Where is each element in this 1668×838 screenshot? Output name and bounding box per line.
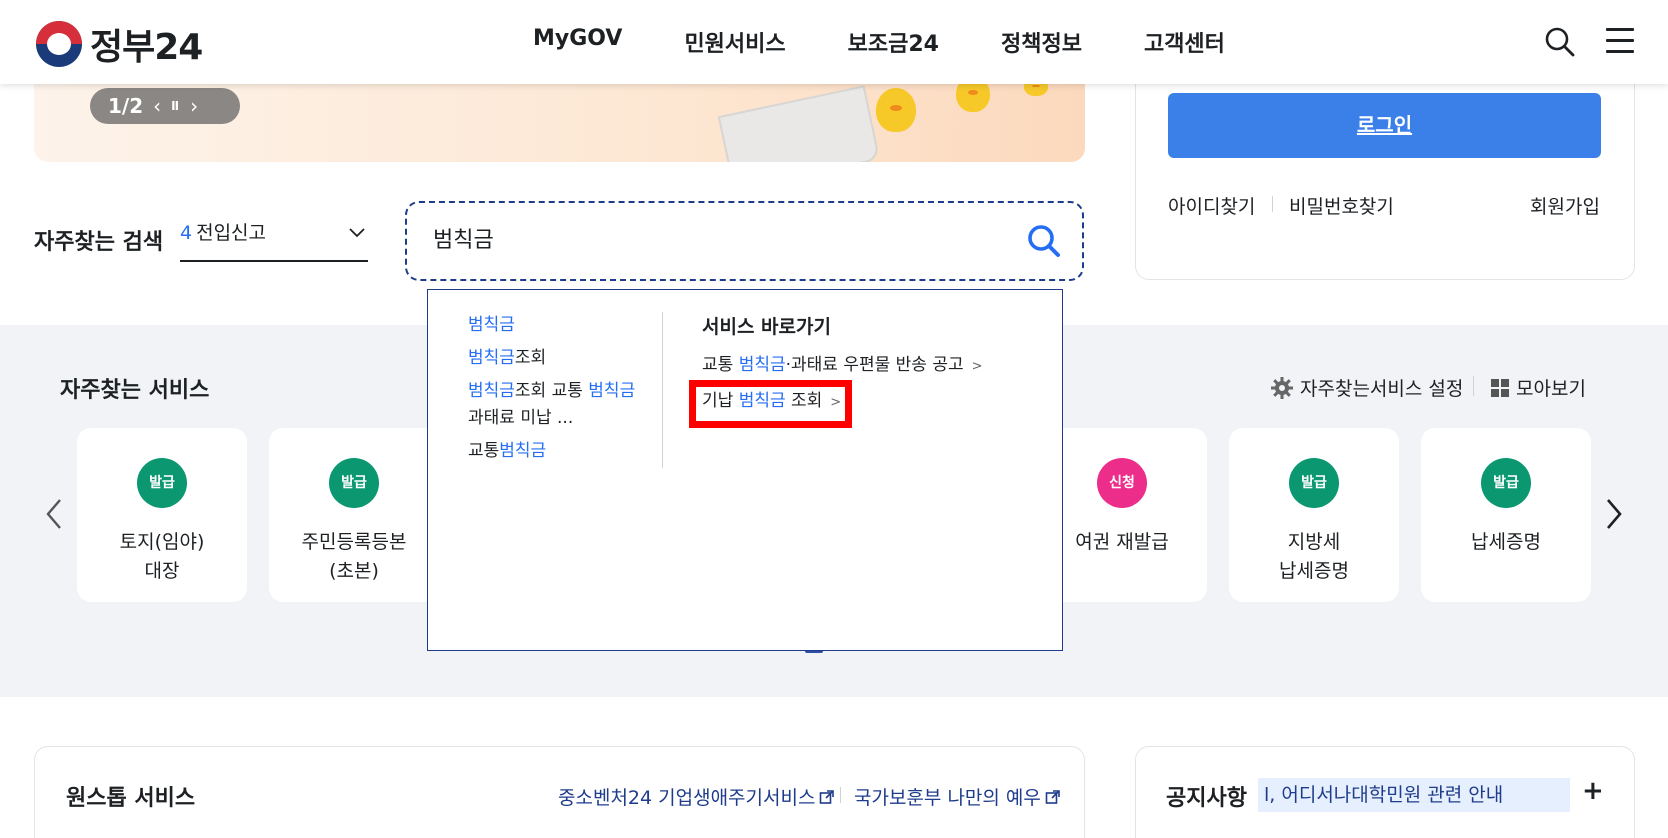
search-autocomplete-dropdown: 범칙금 범칙금조회 범칙금조회 교통 범칙금 과태료 미납 ... 교통범칙금 …: [427, 289, 1063, 651]
frequent-search-label: 자주찾는 검색: [34, 230, 164, 255]
login-button[interactable]: 로그인: [1168, 93, 1601, 158]
taegeuk-logo-icon: [36, 21, 82, 67]
service-name: 납세증명: [1471, 531, 1541, 553]
chevron-right-icon: >: [971, 359, 983, 374]
carousel-prev-icon[interactable]: [40, 494, 68, 534]
suggestion-highlight: 범칙금: [468, 315, 515, 335]
suggestion-highlight: 범칙금: [499, 441, 547, 461]
nav-policy-info[interactable]: 정책정보: [1001, 26, 1082, 58]
suggestion-highlight: 범칙금: [468, 348, 515, 368]
suggestion-highlight: 범칙금: [468, 381, 515, 401]
banner-next-button[interactable]: ›: [190, 94, 198, 118]
suggestion-item[interactable]: 범칙금: [468, 312, 648, 339]
frequent-search-rank: 4: [180, 222, 193, 244]
frequent-services-settings-link[interactable]: 자주찾는서비스 설정: [1270, 374, 1463, 401]
service-card-land-register[interactable]: 발급 토지(임야) 대장: [77, 428, 247, 602]
service-name: 토지(임야) 대장: [119, 531, 205, 582]
suggestion-item[interactable]: 교통범칙금: [468, 438, 648, 465]
logo-text: 정부24: [90, 27, 203, 68]
service-card-tax-certificate[interactable]: 발급 납세증명: [1421, 428, 1591, 602]
suggestion-text: 과태료 미납 ...: [468, 408, 574, 428]
hamburger-menu-icon[interactable]: [1606, 28, 1634, 54]
chevron-right-icon: >: [830, 395, 842, 410]
service-shortcut-link[interactable]: 기납 범칙금 조회 >: [702, 386, 841, 411]
signup-link[interactable]: 회원가입: [1530, 192, 1600, 219]
service-card-local-tax-certificate[interactable]: 발급 지방세 납세증명: [1229, 428, 1399, 602]
banner-page-count: 1/2: [108, 94, 144, 118]
banner-illustration: [717, 85, 881, 162]
login-link-divider: [1272, 196, 1273, 212]
gear-icon: [1271, 376, 1293, 399]
apply-badge: 신청: [1097, 458, 1147, 508]
notice-title: 공지사항: [1166, 786, 1247, 811]
settings-label: 자주찾는서비스 설정: [1300, 378, 1464, 400]
chevron-down-icon: [349, 228, 365, 238]
issue-badge: 발급: [1289, 458, 1339, 508]
site-header: 정부24 MyGOV 민원서비스 보조금24 정책정보 고객센터: [0, 0, 1668, 84]
frequent-services-divider: [1473, 376, 1474, 396]
suggestion-text: 교통: [468, 441, 500, 461]
issue-badge: 발급: [329, 458, 379, 508]
suggestion-text: 조회 교통: [514, 381, 589, 401]
onestop-title: 원스톱 서비스: [66, 786, 196, 811]
service-name: 지방세 납세증명: [1279, 531, 1349, 582]
external-link-icon: [820, 789, 835, 804]
issue-badge: 발급: [1481, 458, 1531, 508]
search-input[interactable]: [433, 225, 993, 250]
notice-ticker[interactable]: l, 어디서나대학민원 관련 안내: [1258, 778, 1570, 812]
link-label: 국가보훈부 나만의 예우: [854, 787, 1041, 809]
nav-customer-center[interactable]: 고객센터: [1144, 26, 1225, 58]
frequent-services-title: 자주찾는 서비스: [60, 378, 210, 403]
issue-badge: 발급: [137, 458, 187, 508]
search-button-icon[interactable]: [1024, 221, 1064, 261]
suggestion-text: 조회: [514, 348, 547, 368]
service-name: 주민등록등본 (초본): [301, 531, 407, 582]
suggestion-item[interactable]: 범칙금조회: [468, 345, 648, 372]
view-all-label: 모아보기: [1516, 378, 1586, 400]
search-box: [405, 201, 1084, 281]
service-shortcut-link[interactable]: 교통 범칙금·과태료 우편물 반송 공고 >: [702, 350, 983, 375]
banner-prev-button[interactable]: ‹: [153, 94, 161, 118]
dropdown-divider: [662, 312, 663, 468]
suggestion-highlight: 범칙금: [588, 381, 636, 401]
nav-subsidy24[interactable]: 보조금24: [848, 26, 939, 58]
nav-civil-services[interactable]: 민원서비스: [684, 26, 785, 58]
link-label: 중소벤처24 기업생애주기서비스: [558, 787, 816, 809]
veterans-link[interactable]: 국가보훈부 나만의 예우: [854, 783, 1061, 810]
gov24-logo[interactable]: 정부24: [36, 18, 203, 70]
view-all-link[interactable]: 모아보기: [1490, 374, 1586, 401]
frequent-search-keyword: 전입신고: [196, 222, 267, 244]
frequent-search-select[interactable]: 4 전입신고: [180, 218, 368, 262]
search-icon[interactable]: [1544, 26, 1576, 58]
link-highlight: 범칙금: [738, 355, 786, 375]
grid-icon: [1491, 378, 1509, 397]
link-highlight: 범칙금: [738, 391, 786, 411]
link-text: 조회: [785, 391, 823, 411]
carousel-next-icon[interactable]: [1600, 494, 1628, 534]
onestop-link-divider: [840, 787, 841, 803]
main-nav: MyGOV 민원서비스 보조금24 정책정보 고객센터: [533, 26, 1287, 58]
service-card-resident-registration[interactable]: 발급 주민등록등본 (초본): [269, 428, 439, 602]
service-shortcut-title: 서비스 바로가기: [702, 316, 831, 338]
find-id-link[interactable]: 아이디찾기: [1168, 192, 1255, 219]
suggestion-list: 범칙금 범칙금조회 범칙금조회 교통 범칙금 과태료 미납 ... 교통범칙금: [468, 312, 648, 471]
find-password-link[interactable]: 비밀번호찾기: [1289, 192, 1394, 219]
external-link-icon: [1045, 789, 1060, 804]
notice-more-button[interactable]: +: [1582, 776, 1604, 806]
link-text: 교통: [702, 355, 739, 375]
duck-illustration: [876, 88, 916, 132]
suggestion-item[interactable]: 범칙금조회 교통 범칙금 과태료 미납 ...: [468, 378, 648, 432]
nav-mygov[interactable]: MyGOV: [533, 26, 622, 58]
banner-pager: 1/2 ‹ II ›: [90, 88, 240, 124]
link-text: 기납: [702, 391, 739, 411]
link-text: ·과태료 우편물 반송 공고: [785, 355, 964, 375]
banner-pause-button[interactable]: II: [171, 99, 179, 113]
startup24-link[interactable]: 중소벤처24 기업생애주기서비스: [558, 783, 835, 810]
